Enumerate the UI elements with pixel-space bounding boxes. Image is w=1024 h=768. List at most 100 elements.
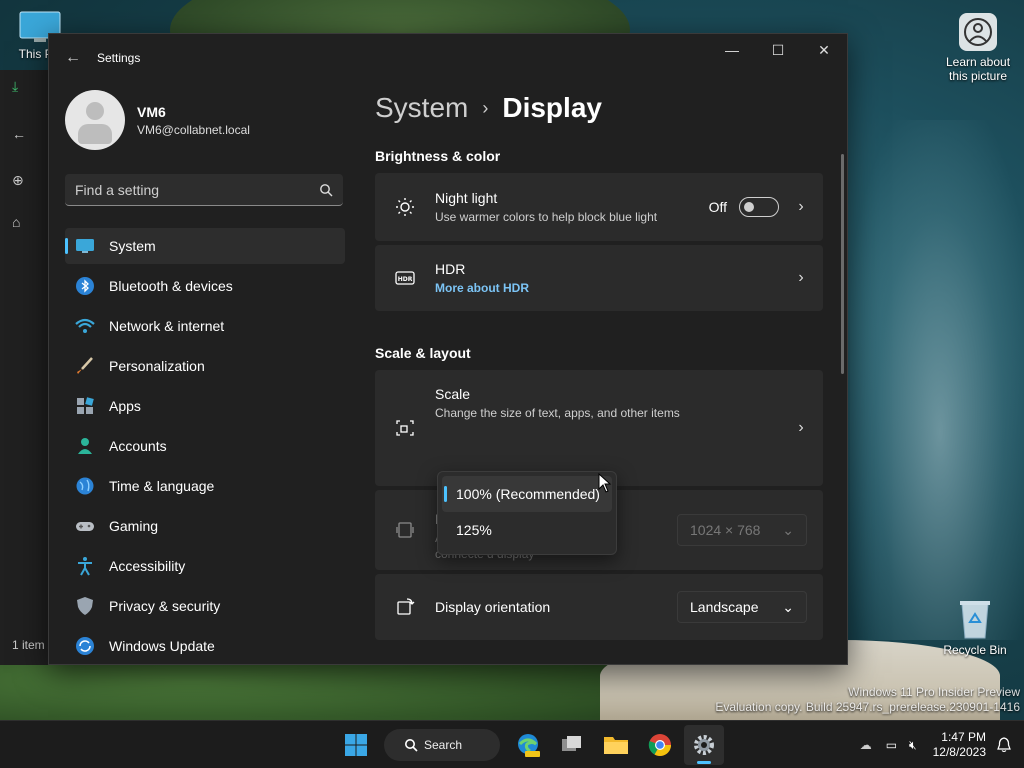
edge-preview-button[interactable] xyxy=(508,725,548,765)
night-light-card[interactable]: Night light Use warmer colors to help bl… xyxy=(375,173,823,241)
recycle-bin-icon xyxy=(960,601,990,639)
orientation-dropdown[interactable]: Landscape ⌄ xyxy=(677,591,807,623)
sidebar-item-label: Gaming xyxy=(109,518,159,534)
sidebar-item-label: Privacy & security xyxy=(109,598,221,614)
search-input[interactable]: Find a setting xyxy=(65,174,343,206)
chevron-right-icon[interactable]: › xyxy=(795,198,807,216)
card-description: Change the size of text, apps, and other… xyxy=(435,406,680,420)
file-explorer-window[interactable]: ⤓ ← ⊕ ⌂ 1 item xyxy=(0,70,50,665)
sidebar-item-gaming[interactable]: Gaming xyxy=(65,508,345,544)
minimize-button[interactable]: — xyxy=(709,34,755,66)
desktop-icon-label: Recycle Bin xyxy=(943,643,1007,657)
title-bar[interactable]: ← Settings — ☐ ✕ xyxy=(49,34,847,82)
scale-icon xyxy=(391,418,419,438)
breadcrumb: System › Display xyxy=(375,82,823,134)
desktop-icon-label: Learn about this picture xyxy=(945,55,1011,83)
desktop-icon-learn-about-picture[interactable]: Learn about this picture xyxy=(938,12,1018,83)
back-button[interactable]: ← xyxy=(49,49,97,67)
clock-time: 1:47 PM xyxy=(941,730,986,744)
watermark-line: Evaluation copy. Build 25947.rs_prerelea… xyxy=(715,700,1020,714)
update-icon xyxy=(65,636,105,656)
user-profile[interactable]: VM6 VM6@collabnet.local xyxy=(49,82,359,158)
download-icon: ⤓ xyxy=(12,77,19,94)
desktop-icon-recycle-bin[interactable]: Recycle Bin xyxy=(940,598,1010,657)
card-title: Night light xyxy=(435,189,498,206)
user-name: VM6 xyxy=(137,103,166,120)
task-view-button[interactable] xyxy=(552,725,592,765)
taskbar-search[interactable]: Search xyxy=(384,729,500,761)
edge-icon xyxy=(518,734,540,757)
sidebar: VM6 VM6@collabnet.local Find a setting S… xyxy=(49,82,359,664)
search-icon xyxy=(405,739,418,752)
sun-icon xyxy=(391,197,419,217)
chevron-down-icon: ⌄ xyxy=(782,598,794,615)
settings-app-button[interactable] xyxy=(684,725,724,765)
start-button[interactable] xyxy=(336,725,376,765)
hdr-link[interactable]: More about HDR xyxy=(435,280,779,296)
hdr-icon: HDR xyxy=(391,268,419,288)
card-title: Scale xyxy=(435,386,471,402)
chevron-right-icon[interactable]: › xyxy=(795,269,807,287)
hdr-card[interactable]: HDR HDR More about HDR › xyxy=(375,245,823,311)
sidebar-item-label: Network & internet xyxy=(109,318,225,334)
page-title: Display xyxy=(502,92,602,123)
close-button[interactable]: ✕ xyxy=(801,34,847,66)
scale-option-100[interactable]: 100% (Recommended) xyxy=(442,476,612,512)
window-title: Settings xyxy=(97,51,141,65)
gamepad-icon xyxy=(65,516,105,536)
sidebar-item-apps[interactable]: Apps xyxy=(65,388,345,424)
chevron-right-icon: › xyxy=(482,97,489,118)
maximize-button[interactable]: ☐ xyxy=(755,34,801,66)
dropdown-value: 1024 × 768 xyxy=(690,522,761,538)
toggle-state-label: Off xyxy=(708,199,727,215)
sidebar-item-personalization[interactable]: Personalization xyxy=(65,348,345,384)
scale-card[interactable]: Scale Change the size of text, apps, and… xyxy=(375,370,823,486)
chrome-button[interactable] xyxy=(640,725,680,765)
notification-bell-icon[interactable] xyxy=(996,737,1012,753)
orientation-card[interactable]: Display orientation Landscape ⌄ xyxy=(375,574,823,640)
toggle-switch[interactable] xyxy=(739,197,779,217)
wifi-icon xyxy=(65,316,105,336)
orientation-icon xyxy=(391,597,419,617)
cloud-offline-icon[interactable]: ☁ xyxy=(860,738,872,752)
sidebar-item-bluetooth[interactable]: Bluetooth & devices xyxy=(65,268,345,304)
sidebar-item-time-language[interactable]: Time & language xyxy=(65,468,345,504)
new-icon[interactable]: ⊕ xyxy=(0,164,49,196)
resolution-dropdown: 1024 × 768 ⌄ xyxy=(677,514,807,546)
sidebar-item-privacy[interactable]: Privacy & security xyxy=(65,588,345,624)
section-heading: Brightness & color xyxy=(375,148,501,164)
scale-dropdown-menu: 100% (Recommended) 125% xyxy=(437,471,617,555)
night-light-toggle[interactable]: Off xyxy=(709,197,779,217)
sidebar-item-label: Apps xyxy=(109,398,141,414)
sidebar-item-accounts[interactable]: Accounts xyxy=(65,428,345,464)
breadcrumb-parent[interactable]: System xyxy=(375,92,468,124)
accessibility-icon xyxy=(65,556,105,576)
clock[interactable]: 1:47 PM 12/8/2023 xyxy=(933,730,986,760)
windows-logo-icon xyxy=(345,734,367,756)
file-explorer-button[interactable] xyxy=(596,725,636,765)
globe-icon xyxy=(65,476,105,496)
card-title: HDR xyxy=(435,260,466,277)
os-watermark: Windows 11 Pro Insider Preview Evaluatio… xyxy=(715,685,1020,715)
sidebar-item-accessibility[interactable]: Accessibility xyxy=(65,548,345,584)
scrollbar[interactable] xyxy=(841,154,844,374)
network-icon[interactable]: ▭ xyxy=(886,738,897,752)
volume-muted-icon[interactable]: 🔇︎ xyxy=(909,738,917,753)
sidebar-item-windows-update[interactable]: Windows Update xyxy=(65,628,345,664)
main-content: System › Display Brightness & color Nigh… xyxy=(375,82,823,664)
sidebar-item-label: System xyxy=(109,238,156,254)
shield-icon xyxy=(65,596,105,616)
sidebar-item-label: Accessibility xyxy=(109,558,186,574)
chevron-right-icon[interactable]: › xyxy=(795,419,807,437)
scale-option-125[interactable]: 125% xyxy=(442,512,612,548)
card-title: Display orientation xyxy=(435,599,551,615)
taskbar: Search ☁ ▭ 🔇︎ 1:47 PM 12/8/2023 xyxy=(0,720,1024,768)
explorer-status: 1 item xyxy=(12,638,45,652)
accounts-icon xyxy=(65,436,105,456)
sidebar-item-network[interactable]: Network & internet xyxy=(65,308,345,344)
home-icon[interactable]: ⌂ xyxy=(0,206,49,238)
bluetooth-icon xyxy=(65,276,105,296)
settings-window: ← Settings — ☐ ✕ VM6 VM6@collabnet.local… xyxy=(48,33,848,665)
sidebar-item-system[interactable]: System xyxy=(65,228,345,264)
back-arrow-icon[interactable]: ← xyxy=(0,118,49,150)
